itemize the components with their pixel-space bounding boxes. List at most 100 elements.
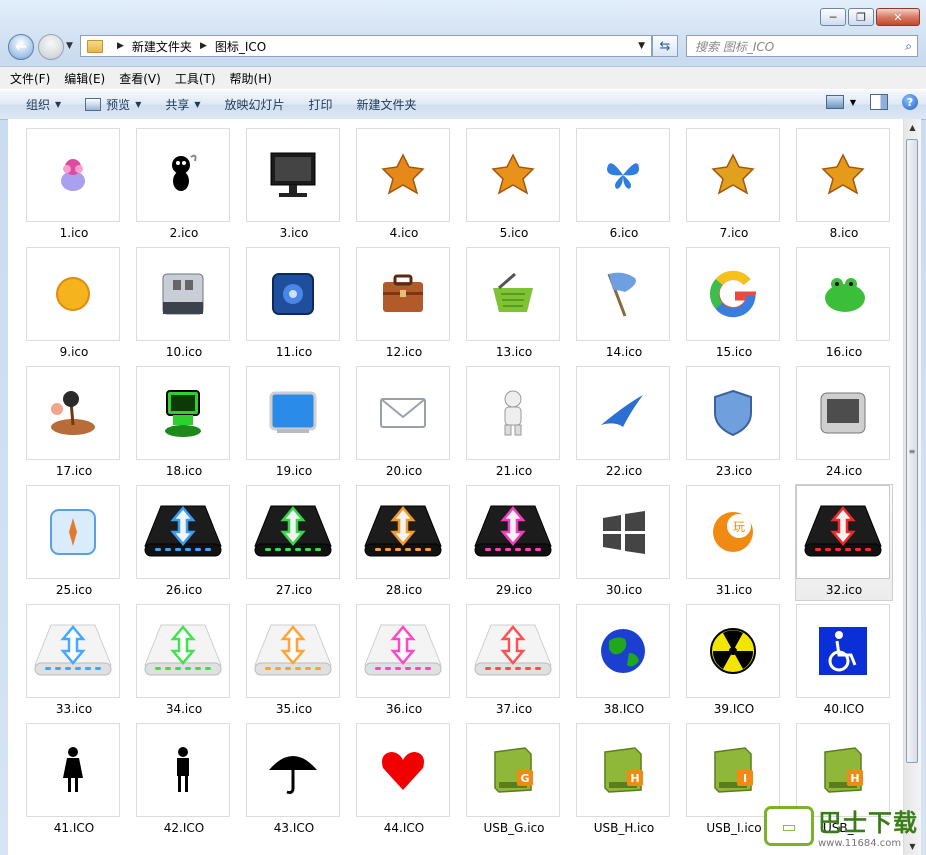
file-item[interactable]: 10.ico	[136, 247, 232, 362]
file-item[interactable]: 6.ico	[576, 128, 672, 243]
breadcrumb-separator-icon[interactable]: ▶	[117, 41, 124, 51]
back-button[interactable]: ←	[8, 34, 34, 60]
file-thumbnail[interactable]	[26, 723, 120, 817]
file-item[interactable]: 24.ico	[796, 366, 892, 481]
file-item[interactable]: 30.ico	[576, 485, 672, 600]
file-name[interactable]: 34.ico	[126, 702, 242, 716]
file-item[interactable]: 44.ICO	[356, 723, 452, 838]
file-item[interactable]: 28.ico	[356, 485, 452, 600]
file-name[interactable]: 29.ico	[456, 583, 572, 597]
file-thumbnail[interactable]	[576, 247, 670, 341]
menu-view[interactable]: 查看(V)	[119, 70, 161, 87]
refresh-button[interactable]: ⇆	[652, 35, 678, 57]
file-name[interactable]: 2.ico	[126, 226, 242, 240]
share-button[interactable]: 共享 ▼	[153, 96, 212, 113]
file-item[interactable]: 17.ico	[26, 366, 122, 481]
file-thumbnail[interactable]	[356, 485, 450, 579]
file-name[interactable]: USB_G.ico	[456, 821, 572, 835]
file-name[interactable]: 1.ico	[16, 226, 132, 240]
file-name[interactable]: USB_H.ico	[566, 821, 682, 835]
file-name[interactable]: 4.ico	[346, 226, 462, 240]
file-item[interactable]: 4.ico	[356, 128, 452, 243]
file-name[interactable]: 28.ico	[346, 583, 462, 597]
file-thumbnail[interactable]	[356, 604, 450, 698]
file-thumbnail[interactable]	[466, 604, 560, 698]
file-item[interactable]: 2.ico	[136, 128, 232, 243]
file-item[interactable]: 5.ico	[466, 128, 562, 243]
file-thumbnail[interactable]	[576, 485, 670, 579]
minimize-button[interactable]: ─	[820, 8, 846, 26]
file-thumbnail[interactable]	[136, 604, 230, 698]
maximize-button[interactable]: ❐	[848, 8, 874, 26]
file-thumbnail[interactable]: G	[466, 723, 560, 817]
file-item[interactable]: 41.ICO	[26, 723, 122, 838]
file-name[interactable]: 8.ico	[786, 226, 902, 240]
file-thumbnail[interactable]	[246, 723, 340, 817]
file-name[interactable]: 9.ico	[16, 345, 132, 359]
file-item[interactable]: 15.ico	[686, 247, 782, 362]
file-name[interactable]: 24.ico	[786, 464, 902, 478]
file-item[interactable]: 7.ico	[686, 128, 782, 243]
file-item[interactable]: 玩 31.ico	[686, 485, 782, 600]
breadcrumb-new-folder[interactable]: 新建文件夹	[132, 38, 192, 55]
file-item[interactable]: 20.ico	[356, 366, 452, 481]
file-thumbnail[interactable]	[796, 247, 890, 341]
slideshow-button[interactable]: 放映幻灯片	[213, 96, 297, 113]
file-item[interactable]: 26.ico	[136, 485, 232, 600]
file-name[interactable]: 7.ico	[676, 226, 792, 240]
scroll-thumb[interactable]: ≡	[906, 139, 918, 763]
file-item[interactable]: 11.ico	[246, 247, 342, 362]
file-item[interactable]: 29.ico	[466, 485, 562, 600]
file-thumbnail[interactable]: 玩	[686, 485, 780, 579]
file-name[interactable]: 15.ico	[676, 345, 792, 359]
file-thumbnail[interactable]	[686, 128, 780, 222]
file-item[interactable]: 33.ico	[26, 604, 122, 719]
preview-button[interactable]: 预览 ▼	[73, 96, 153, 113]
breadcrumb-separator-icon[interactable]: ▶	[200, 41, 207, 51]
file-name[interactable]: 13.ico	[456, 345, 572, 359]
file-name[interactable]: 20.ico	[346, 464, 462, 478]
file-thumbnail[interactable]	[246, 366, 340, 460]
file-item[interactable]: H USB_H.ico	[576, 723, 672, 838]
file-item[interactable]: 18.ico	[136, 366, 232, 481]
file-item[interactable]: 42.ICO	[136, 723, 232, 838]
file-thumbnail[interactable]	[686, 366, 780, 460]
file-item[interactable]: 25.ico	[26, 485, 122, 600]
file-thumbnail[interactable]	[466, 485, 560, 579]
close-button[interactable]: ✕	[876, 8, 920, 26]
file-thumbnail[interactable]	[26, 366, 120, 460]
file-item[interactable]: 8.ico	[796, 128, 892, 243]
change-view-button[interactable]: ▼	[825, 95, 856, 109]
help-button[interactable]: ?	[902, 94, 918, 110]
file-name[interactable]: 39.ICO	[676, 702, 792, 716]
file-name[interactable]: 35.ico	[236, 702, 352, 716]
file-thumbnail[interactable]	[136, 485, 230, 579]
file-item[interactable]: 36.ico	[356, 604, 452, 719]
file-item[interactable]: 38.ICO	[576, 604, 672, 719]
file-name[interactable]: 19.ico	[236, 464, 352, 478]
file-item[interactable]: 37.ico	[466, 604, 562, 719]
file-item[interactable]: 32.ico	[795, 484, 893, 601]
file-thumbnail[interactable]	[26, 604, 120, 698]
file-name[interactable]: 31.ico	[676, 583, 792, 597]
file-thumbnail[interactable]	[26, 485, 120, 579]
file-item[interactable]: 40.ICO	[796, 604, 892, 719]
file-thumbnail[interactable]	[686, 247, 780, 341]
file-name[interactable]: 10.ico	[126, 345, 242, 359]
file-thumbnail[interactable]	[136, 366, 230, 460]
file-name[interactable]: 14.ico	[566, 345, 682, 359]
file-name[interactable]: 36.ico	[346, 702, 462, 716]
recent-pages-dropdown[interactable]: ▼	[66, 41, 73, 51]
file-thumbnail[interactable]	[686, 604, 780, 698]
file-thumbnail[interactable]	[246, 247, 340, 341]
file-thumbnail[interactable]	[356, 128, 450, 222]
file-name[interactable]: 23.ico	[676, 464, 792, 478]
file-item[interactable]: 22.ico	[576, 366, 672, 481]
file-item[interactable]: 9.ico	[26, 247, 122, 362]
file-thumbnail[interactable]	[136, 723, 230, 817]
file-name[interactable]: 18.ico	[126, 464, 242, 478]
file-item[interactable]: 12.ico	[356, 247, 452, 362]
menu-edit[interactable]: 编辑(E)	[64, 70, 105, 87]
print-button[interactable]: 打印	[297, 96, 345, 113]
file-thumbnail[interactable]: H	[576, 723, 670, 817]
